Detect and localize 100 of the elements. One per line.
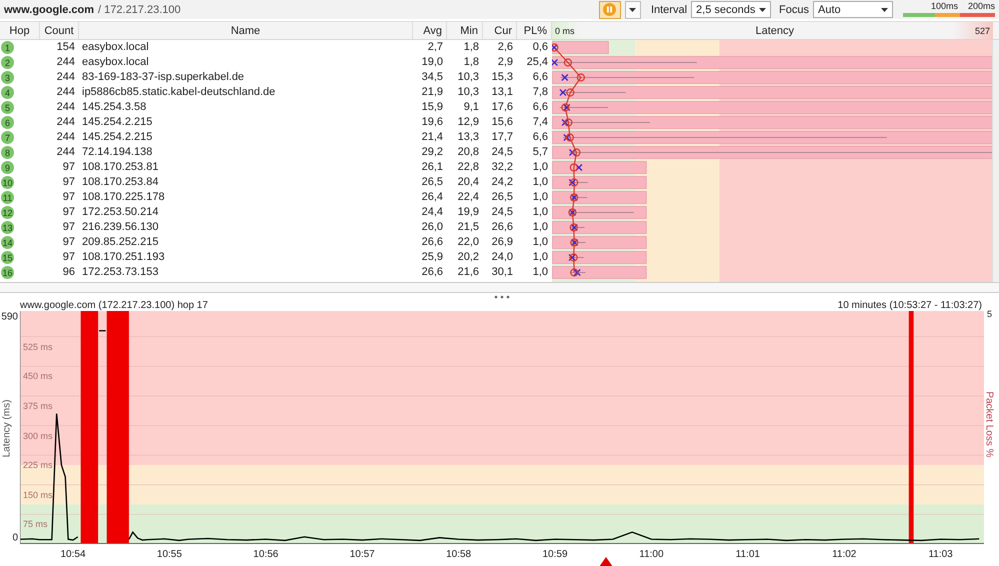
y-axis-label: 150 ms [23, 490, 53, 500]
caret-icon [629, 8, 636, 12]
x-axis-label: 10:58 [446, 549, 472, 560]
table-cell-text: 7,8 [532, 86, 549, 99]
table-cell-text: 17,7 [490, 131, 514, 144]
graph-title: www.google.com (172.217.23.100) hop 17 [20, 300, 208, 311]
table-cell-text: 244 [56, 131, 76, 144]
dropdown-button[interactable] [624, 0, 641, 18]
latency-marker [570, 223, 578, 232]
table-cell-text: 0,6 [532, 41, 549, 54]
latency-marker [570, 163, 583, 172]
table-cell-text: 9,1 [462, 101, 480, 114]
table-cell-text: 25,4 [526, 56, 549, 69]
table-cell-text: 20,2 [456, 251, 480, 264]
latency-range-line [570, 197, 588, 198]
table-cell-text: 19,9 [456, 206, 480, 219]
host-address: / 172.217.23.100 [98, 4, 181, 16]
time-marker-icon[interactable] [599, 557, 613, 566]
latency-range-line [560, 92, 626, 93]
table-cell-text: 15,3 [490, 71, 514, 84]
table-cell-text: 10,3 [456, 71, 480, 84]
x-axis-label: 11:03 [928, 549, 953, 560]
latency-range-line [570, 242, 586, 243]
table-cell-text: 19,6 [420, 116, 444, 129]
splitter-grip-icon[interactable] [494, 295, 510, 299]
latency-range-line [570, 272, 586, 273]
latency-marker [568, 253, 578, 262]
table-cell-text: 19,0 [420, 56, 444, 69]
column-header[interactable]: Min [447, 22, 483, 39]
table-cell-text: 15,9 [420, 101, 444, 114]
host-name-cell-text: 83-169-183-37-isp.superkabel.de [81, 71, 246, 84]
column-header[interactable]: Cur [483, 22, 517, 39]
table-cell-text: 22,0 [456, 236, 480, 249]
hop-number: 16 [1, 266, 14, 279]
table-cell-text: 24,0 [490, 251, 514, 264]
latency-marker [561, 73, 585, 82]
table-cell-text: 26,1 [420, 161, 444, 174]
x-axis-label: 11:00 [639, 549, 664, 560]
table-cell-text: 26,6 [420, 236, 444, 249]
table-cell-text: 15,6 [490, 116, 514, 129]
y-axis-label: 525 ms [23, 342, 53, 352]
table-cell-text: 30,1 [490, 266, 514, 279]
column-header[interactable]: Count [40, 22, 79, 39]
hop-number: 14 [1, 236, 14, 249]
host-name-cell-text: 145.254.3.58 [81, 101, 148, 114]
table-cell-text: 2,9 [496, 56, 514, 69]
hop-number: 3 [1, 71, 14, 84]
latency-marker [563, 133, 574, 142]
hop-number: 10 [1, 176, 14, 189]
hop-number: 15 [1, 251, 14, 264]
table-cell-text: 97 [62, 221, 76, 234]
column-header[interactable]: Hop [0, 22, 40, 39]
x-axis-label: 11:02 [832, 549, 856, 560]
interval-select[interactable]: 2,5 seconds [691, 1, 772, 18]
table-cell-text: 22,8 [456, 161, 480, 174]
y-axis-title: Latency (ms) [1, 400, 12, 458]
y-axis-min: 0 [12, 532, 18, 544]
table-cell-text: 244 [56, 56, 76, 69]
vertical-scrollbar[interactable] [992, 40, 999, 282]
y-axis-label: 300 ms [23, 430, 53, 441]
host-name-cell-text: 108.170.253.84 [81, 176, 160, 189]
focus-select[interactable]: Auto [813, 1, 893, 18]
latency-marker [568, 208, 577, 217]
table-cell-text: 97 [62, 206, 76, 219]
table-cell-text: 1,0 [532, 236, 549, 249]
hop-number: 12 [1, 206, 14, 219]
latency-marker [568, 178, 578, 187]
table-cell-text: 26,6 [490, 221, 514, 234]
table-cell-text: 13,3 [456, 131, 480, 144]
table-cell-text: 6,6 [532, 101, 549, 114]
hop-number: 1 [1, 41, 14, 54]
host-name-cell-text: 72.14.194.138 [81, 146, 154, 159]
latency-marker [570, 268, 581, 277]
time-range[interactable]: 10 minutes (10:53:27 - 11:03:27) [838, 300, 982, 311]
table-cell-text: 97 [62, 236, 76, 249]
table-cell-text: 21,9 [420, 86, 444, 99]
packet-loss-bar [552, 41, 609, 54]
hop-number: 9 [1, 161, 14, 174]
table-cell-text: 1,0 [532, 176, 549, 189]
horizontal-scrollbar[interactable] [0, 282, 999, 293]
table-cell-text: 34,5 [420, 71, 444, 84]
latency-marker [559, 88, 574, 97]
column-header[interactable]: Avg [413, 22, 447, 39]
y-axis-label: 375 ms [23, 400, 53, 411]
host-name-cell-text: 145.254.2.215 [81, 116, 154, 129]
table-cell-text: 24,2 [490, 176, 514, 189]
table-cell-text: 26,4 [420, 191, 444, 204]
table-cell-text: 154 [56, 41, 76, 54]
table-cell-text: 97 [62, 176, 76, 189]
host-name-cell-text: 108.170.253.81 [81, 161, 160, 174]
table-cell-text: 17,6 [490, 101, 514, 114]
latency-range-line [570, 227, 586, 228]
table-cell-text: 32,2 [490, 161, 514, 174]
y-axis-max: 590 [1, 312, 18, 322]
host-name-cell-text: 172.253.73.153 [81, 266, 160, 279]
loss-axis-max: 5 [987, 309, 992, 319]
column-header[interactable]: Name [79, 22, 413, 39]
x-axis-label: 10:59 [542, 549, 568, 560]
caret-icon [881, 8, 888, 12]
table-cell-text: 24,5 [490, 146, 514, 159]
